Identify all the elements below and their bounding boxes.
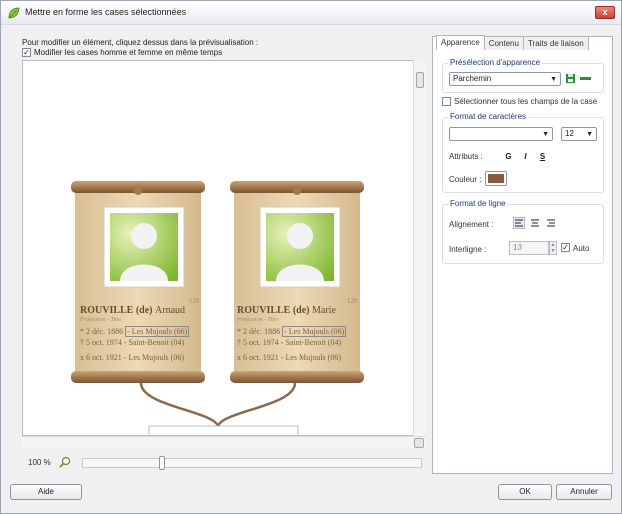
size-select-value: 12 [565,129,574,138]
auto-spacing-checkbox[interactable]: ✓ [561,243,570,252]
zoom-row: 100 % [28,456,71,468]
card-2-marriage[interactable]: x 6 oct. 1921 - Les Mujouls (06) [237,353,341,362]
horizontal-scroll-thumb[interactable] [414,438,424,448]
size-select[interactable]: 12 ▼ [561,127,597,141]
preset-group-label: Présélection d'apparence [448,58,543,67]
font-select[interactable]: ▼ [449,127,553,141]
card-1-number: 128 [189,297,200,305]
char-format-group: Format de caractères ▼ 12 ▼ Attributs : … [442,112,604,193]
line-format-label: Format de ligne [448,199,508,208]
preset-select-value: Parchemin [453,74,492,83]
vertical-scroll-thumb[interactable] [416,72,424,88]
alignment-label: Alignement : [449,220,494,229]
sync-checkbox[interactable]: ✓ [22,48,31,57]
align-right-icon[interactable] [545,217,557,229]
close-button[interactable]: x [595,6,615,19]
color-swatch[interactable] [485,171,507,186]
card-1-name[interactable]: ROUVILLE (de) Arnaud [80,305,185,316]
preview-canvas[interactable]: 128 ROUVILLE (de) Arnaud Profession - Ti… [22,60,426,436]
help-button[interactable]: Aide [10,484,82,500]
cancel-button[interactable]: Annuler [556,484,612,500]
window-title: Mettre en forme les cases sélectionnées [25,7,187,17]
card-1-birth[interactable]: * 2 déc. 1886 - Les Mujouls (06) [80,326,190,337]
tree-preview [71,181,364,435]
card-2-firstname[interactable]: Marie [312,305,336,316]
underline-button[interactable]: S [537,151,548,162]
preview-vertical-scrollbar[interactable] [413,60,426,436]
color-label: Couleur : [449,175,482,184]
char-format-label: Format de caractères [448,112,529,121]
spacing-label: Interligne : [449,245,487,254]
card-1-birth-date[interactable]: * 2 déc. 1886 [80,327,123,336]
preset-select[interactable]: Parchemin ▼ [449,72,561,86]
instruction-text: Pour modifier un élément, cliquez dessus… [22,38,259,47]
card-1-marriage[interactable]: x 6 oct. 1921 - Les Mujouls (06) [80,353,184,362]
zoom-slider[interactable] [82,456,422,470]
card-1-subtitle[interactable]: Profession - Titre [80,317,122,323]
spacing-stepper[interactable]: ▲ ▼ [549,241,557,255]
bold-button[interactable]: G [503,151,514,162]
attributes-label: Attributs : [449,152,483,161]
zoom-label: 100 % [28,457,51,467]
sync-checkbox-label: Modifier les cases homme et femme en mêm… [34,48,223,57]
card-1-death[interactable]: † 5 oct. 1974 - Saint-Benoit (04) [80,338,184,347]
zoom-slider-thumb[interactable] [159,456,165,470]
card-2-surname[interactable]: ROUVILLE (de) [237,305,310,316]
card-2-birth-place[interactable]: - Les Mujouls (06) [282,326,347,337]
select-all-checkbox[interactable] [442,97,451,106]
remove-preset-icon[interactable] [580,73,591,84]
card-2-subtitle[interactable]: Profession - Titre [237,317,279,323]
tab-contenu[interactable]: Contenu [483,36,524,50]
select-all-label: Sélectionner tous les champs de la case [454,97,598,106]
chevron-down-icon: ▼ [586,131,593,138]
preset-group: Présélection d'apparence Parchemin ▼ [442,58,604,93]
align-left-icon[interactable] [513,217,525,229]
auto-spacing-label: Auto [573,244,590,253]
tab-apparence[interactable]: Apparence [436,35,485,50]
card-2-birth[interactable]: * 2 déc. 1886 - Les Mujouls (06) [237,326,347,337]
chevron-down-icon: ▼ [550,76,557,83]
chevron-down-icon: ▼ [542,131,549,138]
card-2-number: 129 [347,297,358,305]
save-preset-icon[interactable] [565,73,576,84]
align-center-icon[interactable] [529,217,541,229]
card-2-birth-date[interactable]: * 2 déc. 1886 [237,327,280,336]
panel-tabs: Apparence Contenu Traits de liaison [436,35,589,51]
card-2-name[interactable]: ROUVILLE (de) Marie [237,305,336,316]
card-1-surname[interactable]: ROUVILLE (de) [80,305,153,316]
ok-button[interactable]: OK [498,484,552,500]
zoom-magnifier-icon[interactable] [59,456,71,468]
card-2-death[interactable]: † 5 oct. 1974 - Saint-Benoit (04) [237,338,341,347]
italic-button[interactable]: I [520,151,531,162]
spacing-input[interactable]: 13 [509,241,549,255]
leaf-icon [8,7,20,19]
preview-horizontal-scrollbar[interactable] [22,436,426,448]
line-format-group: Format de ligne Alignement : Interligne … [442,199,604,264]
properties-panel: Présélection d'apparence Parchemin ▼ Sél… [432,36,613,474]
card-1-firstname[interactable]: Arnaud [155,305,185,316]
select-all-row[interactable]: Sélectionner tous les champs de la case [442,97,597,106]
spacing-input-value: 13 [513,243,522,252]
sync-checkbox-row[interactable]: ✓ Modifier les cases homme et femme en m… [22,48,222,57]
title-bar: Mettre en forme les cases sélectionnées … [1,1,621,25]
tab-traits-de-liaison[interactable]: Traits de liaison [522,36,589,50]
card-1-birth-place[interactable]: - Les Mujouls (06) [125,326,190,337]
